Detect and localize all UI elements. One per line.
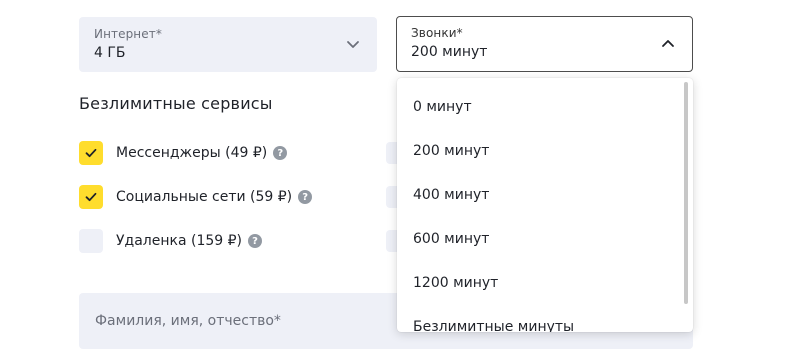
service-remote-work[interactable]: Удаленка (159 ₽) ? (79, 229, 262, 253)
calls-dropdown-menu: 0 минут 200 минут 400 минут 600 минут 12… (397, 78, 693, 332)
messengers-checkbox[interactable] (79, 141, 103, 165)
full-name-placeholder: Фамилия, имя, отчество* (95, 313, 281, 329)
chevron-up-icon (662, 40, 674, 47)
remote-work-checkbox[interactable] (79, 229, 103, 253)
social-networks-label: Социальные сети (59 ₽) (116, 189, 293, 205)
internet-select[interactable]: Интернет* 4 ГБ (79, 17, 377, 72)
help-icon[interactable]: ? (298, 190, 313, 204)
services-title: Безлимитные сервисы (79, 94, 273, 113)
dropdown-option[interactable]: 200 минут (413, 143, 489, 159)
dropdown-option[interactable]: 600 минут (413, 231, 489, 247)
check-icon (85, 192, 97, 202)
help-icon[interactable]: ? (273, 146, 288, 160)
internet-select-value: 4 ГБ (94, 45, 126, 61)
internet-select-label: Интернет* (94, 27, 162, 41)
dropdown-option[interactable]: 1200 минут (413, 275, 498, 291)
dropdown-option[interactable]: 400 минут (413, 187, 489, 203)
messengers-label: Мессенджеры (49 ₽) (116, 145, 268, 161)
calls-select-label: Звонки* (411, 26, 463, 40)
dropdown-option[interactable]: 0 минут (413, 99, 472, 115)
service-messengers[interactable]: Мессенджеры (49 ₽) ? (79, 141, 288, 165)
calls-select[interactable]: Звонки* 200 минут (396, 16, 693, 72)
service-social-networks[interactable]: Социальные сети (59 ₽) ? (79, 185, 313, 209)
tariff-form: Интернет* 4 ГБ Звонки* 200 минут Безлими… (0, 0, 785, 362)
help-icon[interactable]: ? (248, 234, 262, 248)
calls-select-value: 200 минут (411, 44, 488, 60)
dropdown-scrollbar[interactable] (684, 82, 688, 304)
check-icon (85, 148, 97, 158)
chevron-down-icon (347, 41, 359, 48)
social-networks-checkbox[interactable] (79, 185, 103, 209)
dropdown-option[interactable]: Безлимитные минуты (413, 319, 574, 332)
remote-work-label: Удаленка (159 ₽) (116, 233, 242, 249)
